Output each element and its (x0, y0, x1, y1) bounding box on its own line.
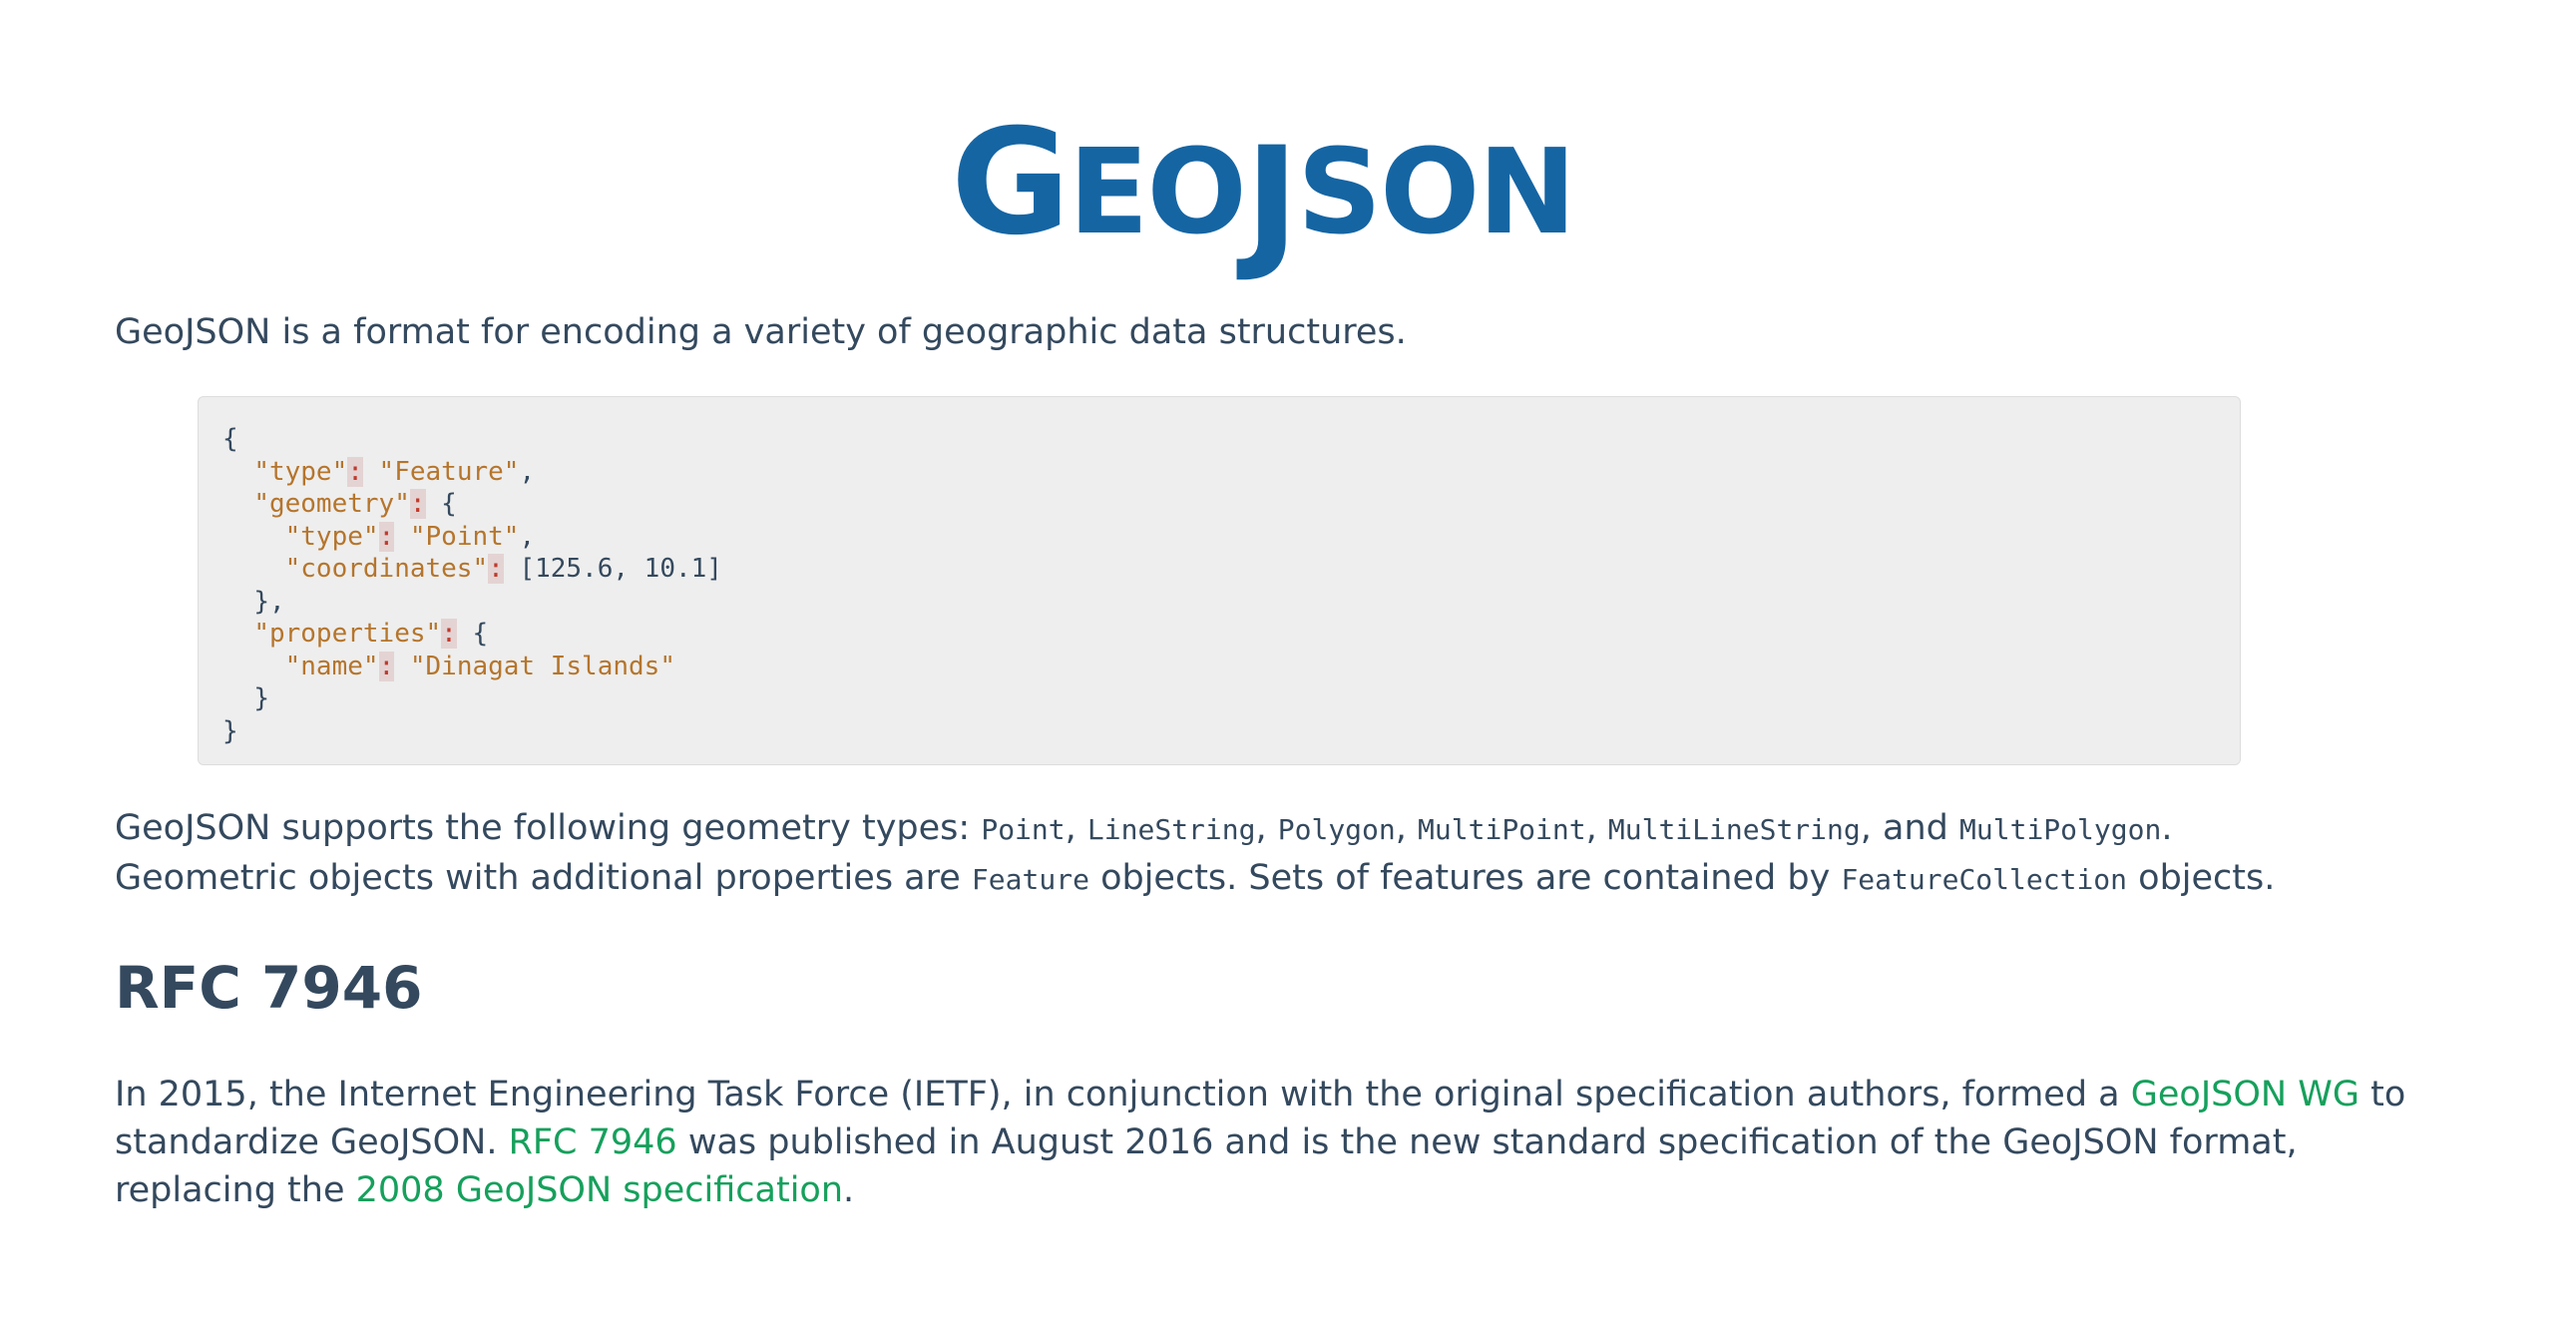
code-line: "type": "Point", (284, 521, 536, 552)
geojson-2008-spec-link[interactable]: 2008 GeoJSON specification (356, 1170, 843, 1210)
code-line: "type": "Feature", (253, 456, 536, 487)
code-line: { (222, 424, 238, 454)
code-line: "name": "Dinagat Islands" (284, 651, 675, 681)
type-featurecollection: FeatureCollection (1841, 863, 2128, 896)
geojson-logo[interactable]: GEOJSON (951, 110, 1576, 273)
code-line: "coordinates": [125.6, 10.1] (284, 554, 722, 584)
logo-letters-eo: EO (1068, 123, 1247, 260)
type-linestring: LineString (1086, 813, 1256, 846)
rfc-heading: RFC 7946 (115, 954, 423, 1022)
type-multilinestring: MultiLineString (1607, 813, 1861, 846)
code-example: { "type": "Feature", "geometry": { "type… (198, 396, 2241, 765)
code-line: } (253, 683, 269, 713)
rfc-paragraph: In 2015, the Internet Engineering Task F… (115, 1075, 2406, 1210)
code-line: }, (253, 586, 285, 617)
type-polygon: Polygon (1277, 813, 1396, 846)
logo-letters-son: SON (1297, 123, 1576, 260)
type-feature: Feature (971, 863, 1089, 896)
geojson-wg-link[interactable]: GeoJSON WG (2131, 1075, 2360, 1114)
type-multipoint: MultiPoint (1418, 813, 1586, 846)
code-line: } (222, 715, 238, 746)
code-line: "geometry": { (253, 489, 457, 519)
code-line: "properties": { (253, 619, 489, 649)
type-point: Point (981, 813, 1066, 846)
type-multipolygon: MultiPolygon (1959, 813, 2162, 846)
logo-letter-j: J (1244, 116, 1299, 285)
rfc-7946-link[interactable]: RFC 7946 (509, 1122, 677, 1162)
logo-letter-g: G (951, 98, 1071, 267)
geometry-types-paragraph: GeoJSON supports the following geometry … (115, 808, 2276, 898)
intro-text: GeoJSON is a format for encoding a varie… (115, 312, 1407, 352)
